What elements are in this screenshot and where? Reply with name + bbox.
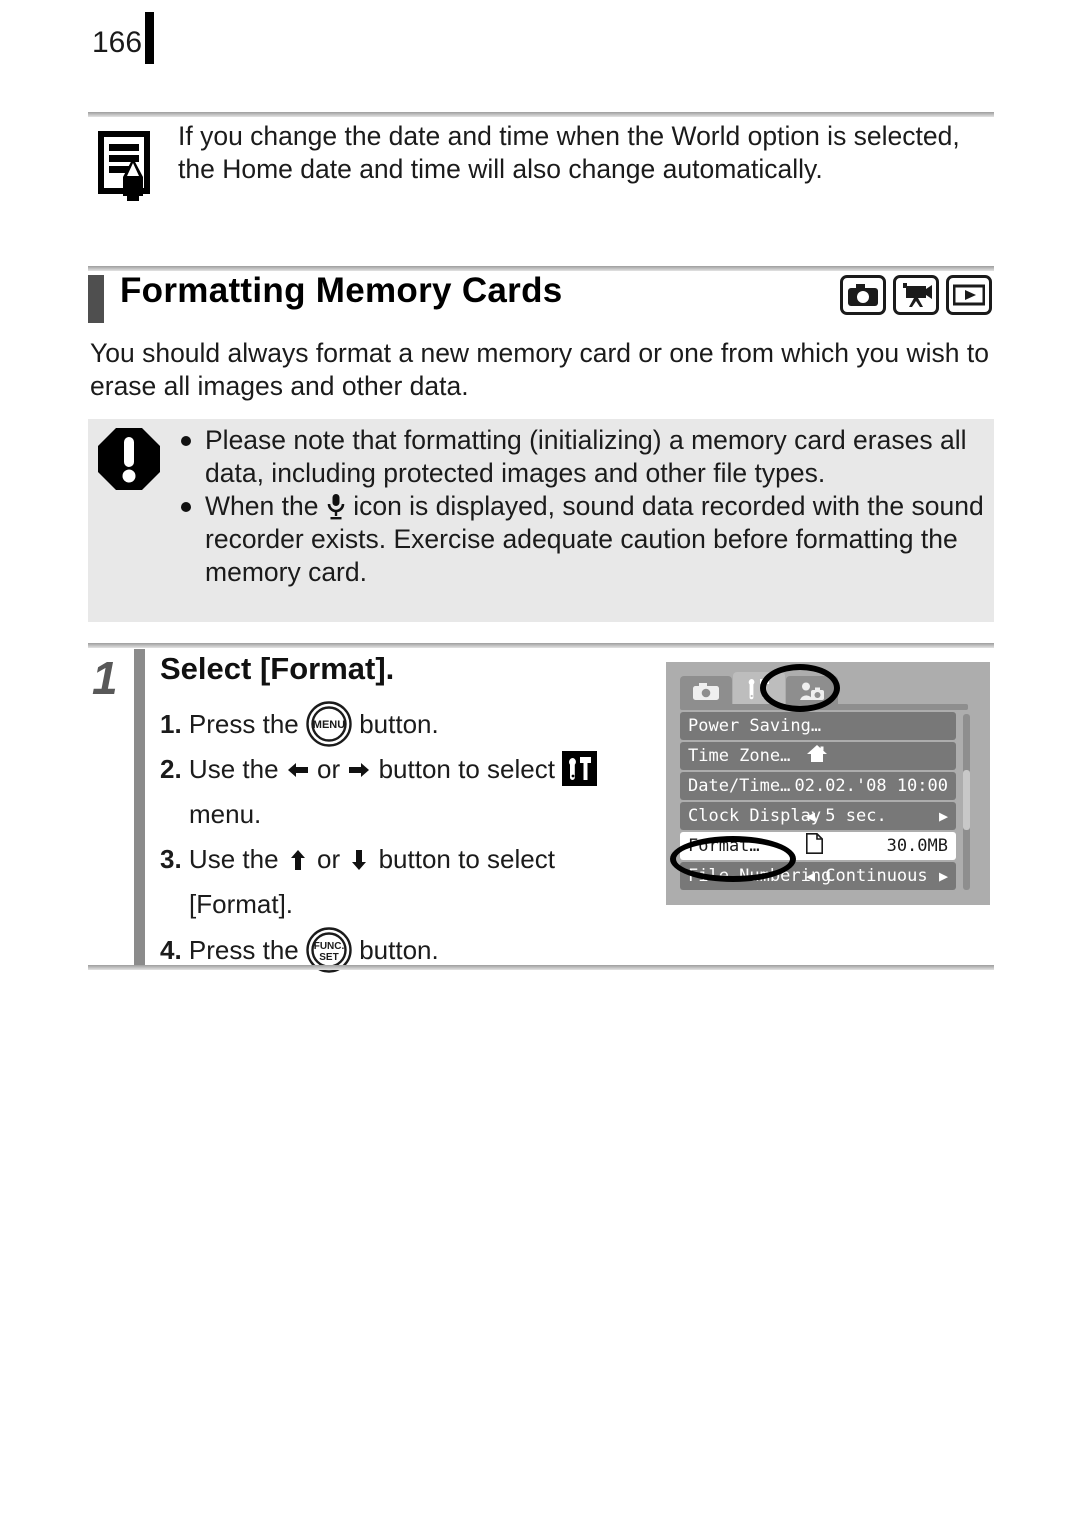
still-camera-icon [840, 275, 886, 315]
menu-row-label: Date/Time… [688, 776, 791, 796]
microphone-icon [326, 493, 346, 521]
caution-box: Please note that formatting (initializin… [88, 419, 994, 622]
caution-item: Please note that formatting (initializin… [180, 424, 988, 490]
intro-paragraph: You should always format a new memory ca… [90, 338, 989, 401]
menu-row-value-group: ◀ 5 sec. [806, 806, 887, 826]
page-header: 166 [0, 0, 1080, 100]
lcd-menu-list: Power Saving… Time Zone… Date/Time… 02.0… [680, 712, 956, 892]
setup-tools-icon [562, 751, 598, 786]
note-pencil-icon [97, 130, 159, 202]
substep-1-text-before: Press the [188, 709, 299, 739]
menu-row-value: 5 sec. [825, 806, 887, 826]
menu-button-icon[interactable]: MENU [306, 701, 352, 747]
menu-row-label: Time Zone… [688, 746, 791, 766]
svg-text:FUNC.: FUNC. [314, 941, 345, 952]
step-accent-bar [134, 649, 145, 967]
menu-row-value: 30.0MB [886, 836, 948, 856]
step-number: 1 [92, 652, 118, 704]
mode-icon-group [840, 275, 992, 315]
tab-shooting[interactable] [680, 676, 732, 706]
substep-3: 3. Use the or button to select [Format]. [160, 837, 680, 927]
lcd-tab-bar [680, 670, 839, 706]
menu-row-value-group: ◀ Continuous [806, 866, 928, 886]
section-accent-bar [88, 275, 104, 323]
menu-row-value: Continuous [825, 866, 928, 886]
right-chevron-icon[interactable]: ▶ [939, 867, 948, 885]
section-heading: Formatting Memory Cards [88, 268, 994, 326]
right-arrow-icon [347, 751, 371, 777]
substep-4-text-after: button. [359, 935, 439, 965]
substep-3-text-middle: button to select [378, 844, 555, 874]
note-text: If you change the date and time when the… [178, 121, 960, 184]
substep-2-text-middle: button to select [378, 754, 555, 784]
lcd-tab-strip [680, 704, 968, 710]
caution-item: When the icon is displayed, sound data r… [180, 490, 988, 589]
substep-2-text-before: Use the [188, 754, 279, 784]
menu-row-date-time[interactable]: Date/Time… 02.02.'08 10:00 [680, 772, 956, 800]
svg-text:SET: SET [319, 952, 338, 963]
exclamation-octagon-icon [97, 427, 161, 493]
substep-1-text-after: button. [359, 709, 439, 739]
menu-row-clock-display[interactable]: Clock Display ◀ 5 sec. ▶ [680, 802, 956, 830]
substep-3-conjunction: or [317, 844, 341, 874]
lcd-scrollbar-thumb[interactable] [963, 770, 970, 830]
page-title: Formatting Memory Cards [120, 271, 563, 310]
page-number: 166 [92, 26, 143, 59]
substep-4-marker: 4. [160, 935, 182, 965]
menu-row-label: Format… [688, 836, 760, 856]
substep-1-marker: 1. [160, 709, 182, 739]
substep-2-conjunction: or [317, 754, 341, 784]
down-arrow-icon [347, 841, 371, 870]
menu-row-label: Power Saving… [688, 716, 822, 736]
caution-item-text-before: When the [205, 491, 319, 521]
note-box: If you change the date and time when the… [88, 118, 994, 223]
step-title: Select [Format]. [160, 651, 395, 686]
playback-icon [946, 275, 992, 315]
substep-1: 1. Press the MENU button. [160, 701, 680, 747]
left-chevron-icon[interactable]: ◀ [806, 867, 815, 885]
menu-row-label: Clock Display [688, 806, 822, 826]
menu-row-time-zone[interactable]: Time Zone… [680, 742, 956, 770]
menu-row-file-numbering[interactable]: File Numbering ◀ Continuous ▶ [680, 862, 956, 890]
menu-row-power-saving[interactable]: Power Saving… [680, 712, 956, 740]
svg-text:MENU: MENU [313, 719, 345, 731]
substep-4-text-before: Press the [188, 935, 299, 965]
step-bottom-rule [88, 965, 994, 970]
tab-my-camera[interactable] [786, 676, 838, 706]
substep-2-marker: 2. [160, 754, 182, 784]
substep-2: 2. Use the or button to select menu. [160, 747, 680, 837]
note-box-top-rule [88, 112, 994, 117]
caution-item-text-after: icon is displayed, sound data recorded w… [205, 491, 984, 587]
up-arrow-icon [286, 841, 310, 870]
step-body: Select [Format]. 1. Press the MENU butto… [160, 645, 680, 973]
caution-list: Please note that formatting (initializin… [180, 424, 988, 589]
bullet-icon [181, 436, 191, 446]
tab-setup[interactable] [733, 672, 785, 706]
substep-3-marker: 3. [160, 844, 182, 874]
bullet-icon [181, 502, 191, 512]
page-number-rule [145, 12, 154, 64]
substep-3-text-after: [Format]. [189, 889, 294, 919]
movie-camera-icon [893, 275, 939, 315]
left-arrow-icon [286, 751, 310, 777]
memory-card-icon [806, 833, 824, 859]
home-icon [806, 744, 828, 768]
camera-lcd-screenshot: Power Saving… Time Zone… Date/Time… 02.0… [666, 662, 990, 905]
substep-3-text-before: Use the [188, 844, 279, 874]
substep-2-text-after: menu. [189, 799, 262, 829]
left-chevron-icon[interactable]: ◀ [806, 807, 815, 825]
right-chevron-icon[interactable]: ▶ [939, 807, 948, 825]
menu-row-format[interactable]: Format… 30.0MB [680, 832, 956, 860]
caution-item-text: Please note that formatting (initializin… [205, 425, 967, 488]
menu-row-value: 02.02.'08 10:00 [794, 776, 948, 796]
